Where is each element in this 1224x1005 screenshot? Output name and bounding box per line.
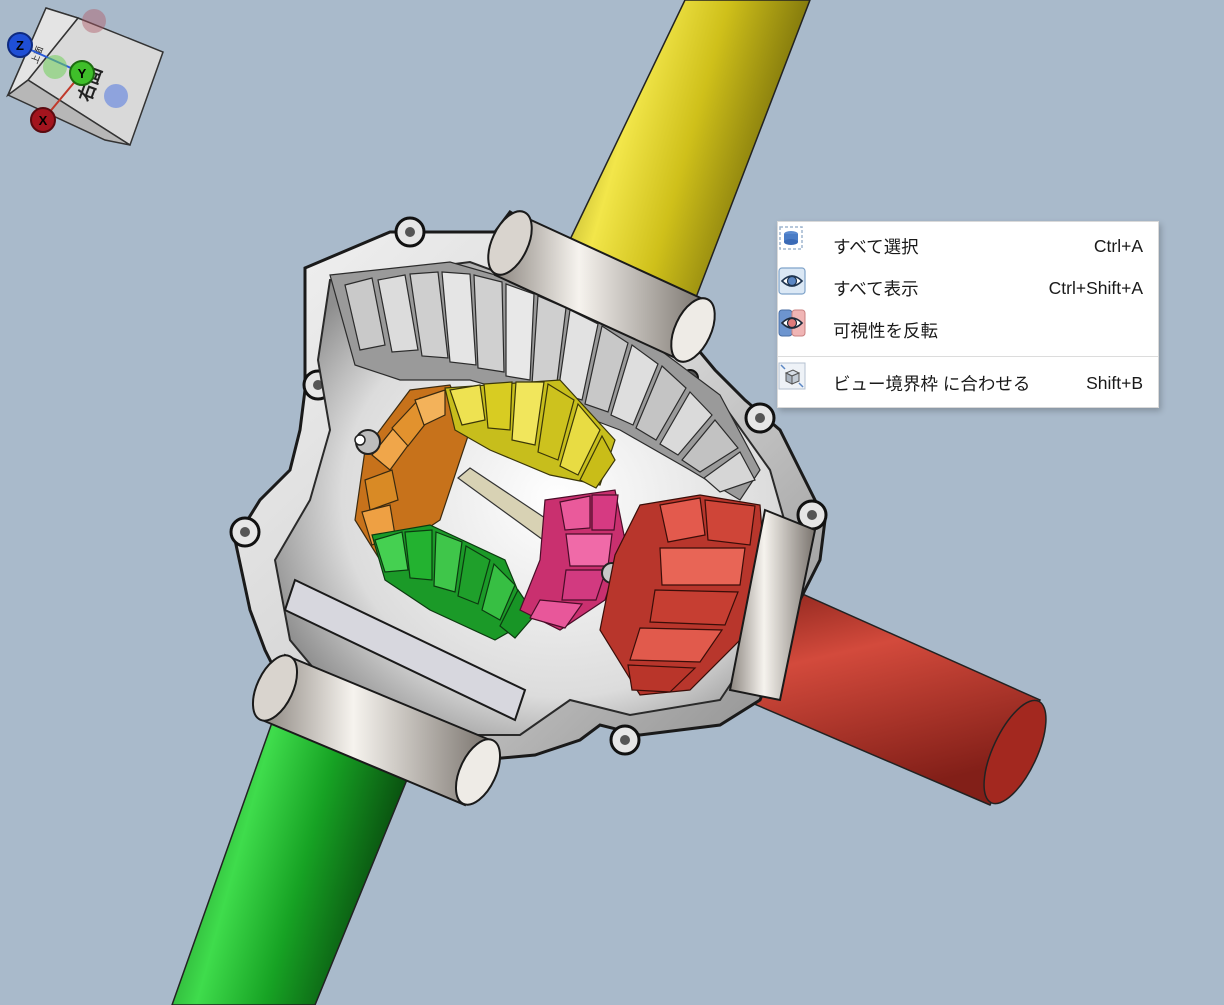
menu-item-fit-view-bounds[interactable]: ビュー境界枠 に合わせる Shift+B [778, 362, 1158, 404]
menu-item-shortcut: Ctrl+A [1093, 235, 1143, 256]
context-menu: すべて選択 Ctrl+A すべて表示 Ctrl+Shift+A 可視性を反転 ビ… [777, 221, 1159, 408]
menu-item-select-all[interactable]: すべて選択 Ctrl+A [778, 225, 1158, 267]
menu-item-label: すべて選択 [833, 236, 919, 257]
neg-y-ball [43, 55, 67, 79]
z-axis-label: Z [16, 38, 24, 53]
neg-x-ball [82, 9, 106, 33]
select-all-icon [779, 226, 816, 261]
neg-z-ball [104, 84, 128, 108]
y-axis-label: Y [78, 66, 87, 81]
fit-view-bounds-icon [778, 362, 816, 398]
menu-item-label: 可視性を反転 [833, 320, 938, 341]
menu-separator [778, 356, 1158, 357]
show-all-icon [778, 267, 816, 303]
menu-item-toggle-visibility[interactable]: 可視性を反転 [778, 309, 1158, 351]
axis-triad: Z Y X [7, 9, 128, 133]
toggle-visibility-icon [778, 309, 816, 345]
differential-gear-model[interactable] [0, 0, 1224, 1005]
menu-item-shortcut: Ctrl+Shift+A [1048, 277, 1143, 298]
menu-item-show-all[interactable]: すべて表示 Ctrl+Shift+A [778, 267, 1158, 309]
menu-item-label: ビュー境界枠 に合わせる [833, 373, 1031, 394]
menu-item-shortcut: Shift+B [1086, 372, 1143, 393]
x-axis-label: X [39, 113, 48, 128]
menu-item-label: すべて表示 [833, 278, 919, 299]
3d-viewport[interactable]: 右面 上面 Z Y X すべて選択 Ctrl+A すべて表示 Ctrl+Shif… [0, 0, 1224, 1005]
